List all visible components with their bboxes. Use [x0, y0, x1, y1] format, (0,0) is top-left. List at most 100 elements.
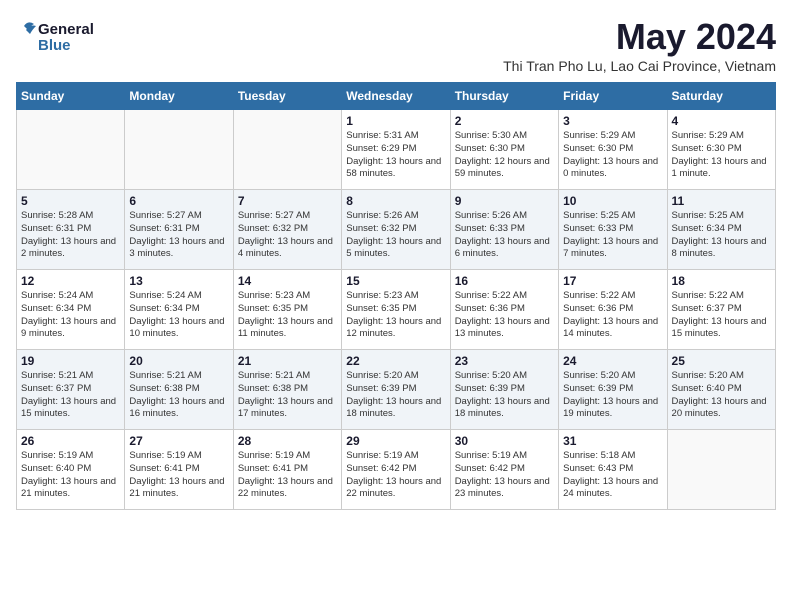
calendar-week-row: 12 Sunrise: 5:24 AMSunset: 6:34 PMDayligh… [17, 270, 776, 350]
weekday-header-row: SundayMondayTuesdayWednesdayThursdayFrid… [17, 83, 776, 110]
day-number: 31 [563, 434, 662, 448]
day-number: 25 [672, 354, 771, 368]
page-header: General Blue May 2024 Thi Tran Pho Lu, L… [16, 16, 776, 74]
calendar-cell: 11 Sunrise: 5:25 AMSunset: 6:34 PMDayligh… [667, 190, 775, 270]
day-number: 12 [21, 274, 120, 288]
day-number: 16 [455, 274, 554, 288]
month-year-title: May 2024 [503, 16, 776, 58]
calendar-cell: 22 Sunrise: 5:20 AMSunset: 6:39 PMDayligh… [342, 350, 450, 430]
day-number: 6 [129, 194, 228, 208]
calendar-cell: 25 Sunrise: 5:20 AMSunset: 6:40 PMDayligh… [667, 350, 775, 430]
calendar-week-row: 19 Sunrise: 5:21 AMSunset: 6:37 PMDayligh… [17, 350, 776, 430]
day-info: Sunrise: 5:30 AMSunset: 6:30 PMDaylight:… [455, 130, 554, 181]
day-info: Sunrise: 5:28 AMSunset: 6:31 PMDaylight:… [21, 210, 120, 261]
calendar-week-row: 5Sunrise: 5:28 AMSunset: 6:31 PMDaylight… [17, 190, 776, 270]
calendar-cell: 1 Sunrise: 5:31 AMSunset: 6:29 PMDaylight… [342, 110, 450, 190]
day-info: Sunrise: 5:23 AMSunset: 6:35 PMDaylight:… [346, 290, 445, 341]
weekday-header-monday: Monday [125, 83, 233, 110]
day-number: 22 [346, 354, 445, 368]
day-number: 15 [346, 274, 445, 288]
day-number: 20 [129, 354, 228, 368]
day-info: Sunrise: 5:27 AMSunset: 6:31 PMDaylight:… [129, 210, 228, 261]
day-number: 26 [21, 434, 120, 448]
day-info: Sunrise: 5:20 AMSunset: 6:40 PMDaylight:… [672, 370, 771, 421]
svg-text:Blue: Blue [38, 37, 71, 54]
calendar-cell: 23Sunrise: 5:20 AMSunset: 6:39 PMDayligh… [450, 350, 558, 430]
day-info: Sunrise: 5:31 AMSunset: 6:29 PMDaylight:… [346, 130, 445, 181]
calendar-cell: 19 Sunrise: 5:21 AMSunset: 6:37 PMDayligh… [17, 350, 125, 430]
calendar-cell: 17Sunrise: 5:22 AMSunset: 6:36 PMDayligh… [559, 270, 667, 350]
day-number: 30 [455, 434, 554, 448]
day-number: 17 [563, 274, 662, 288]
calendar-cell: 27 Sunrise: 5:19 AMSunset: 6:41 PMDayligh… [125, 430, 233, 510]
day-info: Sunrise: 5:23 AMSunset: 6:35 PMDaylight:… [238, 290, 337, 341]
calendar-week-row: 1 Sunrise: 5:31 AMSunset: 6:29 PMDaylight… [17, 110, 776, 190]
day-info: Sunrise: 5:21 AMSunset: 6:37 PMDaylight:… [21, 370, 120, 421]
calendar-cell: 24 Sunrise: 5:20 AMSunset: 6:39 PMDayligh… [559, 350, 667, 430]
calendar-cell: 20 Sunrise: 5:21 AMSunset: 6:38 PMDayligh… [125, 350, 233, 430]
day-info: Sunrise: 5:20 AMSunset: 6:39 PMDaylight:… [346, 370, 445, 421]
calendar-cell: 30Sunrise: 5:19 AMSunset: 6:42 PMDayligh… [450, 430, 558, 510]
day-info: Sunrise: 5:21 AMSunset: 6:38 PMDaylight:… [238, 370, 337, 421]
day-number: 3 [563, 114, 662, 128]
weekday-header-tuesday: Tuesday [233, 83, 341, 110]
day-info: Sunrise: 5:25 AMSunset: 6:34 PMDaylight:… [672, 210, 771, 261]
logo: General Blue [16, 16, 106, 61]
calendar-cell: 2Sunrise: 5:30 AMSunset: 6:30 PMDaylight… [450, 110, 558, 190]
weekday-header-sunday: Sunday [17, 83, 125, 110]
weekday-header-saturday: Saturday [667, 83, 775, 110]
day-info: Sunrise: 5:26 AMSunset: 6:33 PMDaylight:… [455, 210, 554, 261]
calendar-cell: 16 Sunrise: 5:22 AMSunset: 6:36 PMDayligh… [450, 270, 558, 350]
day-info: Sunrise: 5:22 AMSunset: 6:37 PMDaylight:… [672, 290, 771, 341]
calendar-week-row: 26 Sunrise: 5:19 AMSunset: 6:40 PMDayligh… [17, 430, 776, 510]
day-number: 24 [563, 354, 662, 368]
day-info: Sunrise: 5:27 AMSunset: 6:32 PMDaylight:… [238, 210, 337, 261]
day-info: Sunrise: 5:19 AMSunset: 6:42 PMDaylight:… [346, 450, 445, 501]
day-number: 10 [563, 194, 662, 208]
day-info: Sunrise: 5:26 AMSunset: 6:32 PMDaylight:… [346, 210, 445, 261]
day-info: Sunrise: 5:22 AMSunset: 6:36 PMDaylight:… [455, 290, 554, 341]
day-info: Sunrise: 5:19 AMSunset: 6:40 PMDaylight:… [21, 450, 120, 501]
calendar-cell: 31Sunrise: 5:18 AMSunset: 6:43 PMDayligh… [559, 430, 667, 510]
weekday-header-thursday: Thursday [450, 83, 558, 110]
calendar-cell: 3 Sunrise: 5:29 AMSunset: 6:30 PMDaylight… [559, 110, 667, 190]
day-number: 18 [672, 274, 771, 288]
day-number: 4 [672, 114, 771, 128]
day-info: Sunrise: 5:24 AMSunset: 6:34 PMDaylight:… [129, 290, 228, 341]
calendar-cell: 15 Sunrise: 5:23 AMSunset: 6:35 PMDayligh… [342, 270, 450, 350]
calendar-cell: 6 Sunrise: 5:27 AMSunset: 6:31 PMDaylight… [125, 190, 233, 270]
day-info: Sunrise: 5:20 AMSunset: 6:39 PMDaylight:… [563, 370, 662, 421]
logo-svg: General Blue [16, 16, 106, 61]
day-number: 19 [21, 354, 120, 368]
day-number: 13 [129, 274, 228, 288]
weekday-header-friday: Friday [559, 83, 667, 110]
day-info: Sunrise: 5:21 AMSunset: 6:38 PMDaylight:… [129, 370, 228, 421]
title-area: May 2024 Thi Tran Pho Lu, Lao Cai Provin… [503, 16, 776, 74]
svg-text:General: General [38, 21, 94, 38]
day-info: Sunrise: 5:19 AMSunset: 6:41 PMDaylight:… [238, 450, 337, 501]
day-number: 7 [238, 194, 337, 208]
calendar-cell: 12Sunrise: 5:24 AMSunset: 6:34 PMDayligh… [17, 270, 125, 350]
day-number: 21 [238, 354, 337, 368]
day-number: 1 [346, 114, 445, 128]
day-number: 9 [455, 194, 554, 208]
calendar-cell: 4 Sunrise: 5:29 AMSunset: 6:30 PMDaylight… [667, 110, 775, 190]
day-number: 28 [238, 434, 337, 448]
day-info: Sunrise: 5:19 AMSunset: 6:41 PMDaylight:… [129, 450, 228, 501]
calendar-cell: 9 Sunrise: 5:26 AMSunset: 6:33 PMDaylight… [450, 190, 558, 270]
calendar-cell: 18 Sunrise: 5:22 AMSunset: 6:37 PMDayligh… [667, 270, 775, 350]
day-info: Sunrise: 5:29 AMSunset: 6:30 PMDaylight:… [672, 130, 771, 181]
day-info: Sunrise: 5:29 AMSunset: 6:30 PMDaylight:… [563, 130, 662, 181]
day-number: 27 [129, 434, 228, 448]
calendar-cell: 21 Sunrise: 5:21 AMSunset: 6:38 PMDayligh… [233, 350, 341, 430]
calendar-cell [125, 110, 233, 190]
calendar-cell [233, 110, 341, 190]
calendar-cell: 14Sunrise: 5:23 AMSunset: 6:35 PMDayligh… [233, 270, 341, 350]
day-info: Sunrise: 5:20 AMSunset: 6:39 PMDaylight:… [455, 370, 554, 421]
calendar-cell: 13 Sunrise: 5:24 AMSunset: 6:34 PMDayligh… [125, 270, 233, 350]
calendar-cell: 29Sunrise: 5:19 AMSunset: 6:42 PMDayligh… [342, 430, 450, 510]
calendar-cell: 10Sunrise: 5:25 AMSunset: 6:33 PMDayligh… [559, 190, 667, 270]
calendar-cell: 7 Sunrise: 5:27 AMSunset: 6:32 PMDaylight… [233, 190, 341, 270]
day-number: 11 [672, 194, 771, 208]
calendar-cell [17, 110, 125, 190]
